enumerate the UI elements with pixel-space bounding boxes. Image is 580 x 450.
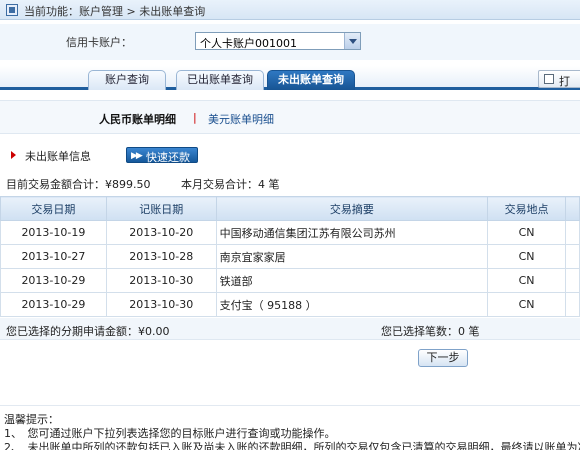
extra-cell xyxy=(565,220,580,245)
bullet-arrow-icon xyxy=(11,151,16,159)
description-cell: 中国移动通信集团江苏有限公司苏州 xyxy=(215,220,489,245)
col-place: 交易地点 xyxy=(487,196,566,221)
breadcrumb: 当前功能：账户管理 > 未出账单查询 xyxy=(24,5,206,18)
selection-totals: 您已选择的分期申请金额：¥0.00 您已选择笔数：0 笔 xyxy=(0,318,580,340)
total-count: 本月交易合计：4 笔 xyxy=(181,178,280,191)
trade-date-cell: 2013-10-19 xyxy=(0,220,107,245)
description-cell: 南京宜家家居 xyxy=(215,244,489,269)
trade-date-cell: 2013-10-29 xyxy=(0,292,107,317)
print-label: 打 xyxy=(559,75,570,88)
fast-repay-label: 快速还款 xyxy=(146,151,190,164)
place-cell: CN xyxy=(487,244,566,269)
total-amount: 目前交易金额合计：¥899.50 xyxy=(6,178,151,191)
fast-repay-button[interactable]: ▶▶ 快速还款 xyxy=(126,147,198,164)
post-date-cell: 2013-10-28 xyxy=(105,244,217,269)
table-row: 2013-10-29 2013-10-30 铁道部 CN xyxy=(0,268,580,293)
tips-line-2: 2、 未出账单中所列的还款包括已入账及尚未入账的还款明细，所列的交易仅包含已清算… xyxy=(4,441,580,450)
usd-detail-link[interactable]: 美元账单明细 xyxy=(208,111,274,127)
place-cell: CN xyxy=(487,268,566,293)
post-date-cell: 2013-10-30 xyxy=(105,292,217,317)
trade-date-cell: 2013-10-29 xyxy=(0,268,107,293)
extra-cell xyxy=(565,244,580,269)
account-select-value: 个人卡账户001001 xyxy=(200,37,297,50)
print-button[interactable]: 打 xyxy=(538,70,580,88)
currency-switch: 人民币账单明细 | 美元账单明细 xyxy=(0,100,580,134)
col-extra xyxy=(565,196,580,221)
account-label: 信用卡账户： xyxy=(66,36,132,49)
unissued-info-row: 未出账单信息 xyxy=(0,145,580,165)
transactions-table: 交易日期 记账日期 交易摘要 交易地点 2013-10-19 2013-10-2… xyxy=(0,196,580,317)
location-icon xyxy=(6,4,18,16)
trade-date-cell: 2013-10-27 xyxy=(0,244,107,269)
rmb-detail-link[interactable]: 人民币账单明细 xyxy=(99,111,176,127)
tab-strip: 账户查询 已出账单查询 未出账单查询 xyxy=(0,66,580,90)
account-select[interactable]: 个人卡账户001001 xyxy=(195,32,361,50)
breadcrumb-bar: 当前功能：账户管理 > 未出账单查询 xyxy=(0,0,580,20)
col-post-date: 记账日期 xyxy=(105,196,217,221)
tab-unissued-bill[interactable]: 未出账单查询 xyxy=(267,70,355,90)
col-description: 交易摘要 xyxy=(215,196,489,221)
tab-issued-bill[interactable]: 已出账单查询 xyxy=(176,70,264,90)
post-date-cell: 2013-10-20 xyxy=(105,220,217,245)
tab-account-query[interactable]: 账户查询 xyxy=(88,70,166,90)
unissued-info-label: 未出账单信息 xyxy=(25,150,91,163)
description-cell: 支付宝（ 95188 ） xyxy=(215,292,489,317)
description-cell: 铁道部 xyxy=(215,268,489,293)
tips-panel: 温馨提示： 1、 您可通过账户下拉列表选择您的目标账户进行查询或功能操作。 2、… xyxy=(0,405,580,450)
table-row: 2013-10-27 2013-10-28 南京宜家家居 CN xyxy=(0,244,580,269)
next-step-button[interactable]: 下一步 xyxy=(418,349,468,367)
selected-count: 您已选择笔数：0 笔 xyxy=(381,325,480,338)
table-header-row: 交易日期 记账日期 交易摘要 交易地点 xyxy=(0,196,580,221)
col-trade-date: 交易日期 xyxy=(0,196,107,221)
currency-separator: | xyxy=(193,111,197,124)
place-cell: CN xyxy=(487,292,566,317)
double-arrow-icon: ▶▶ xyxy=(131,151,143,161)
chevron-down-icon[interactable] xyxy=(344,33,360,49)
extra-cell xyxy=(565,292,580,317)
extra-cell xyxy=(565,268,580,293)
place-cell: CN xyxy=(487,220,566,245)
installment-amount: 您已选择的分期申请金额：¥0.00 xyxy=(6,325,170,338)
printer-icon xyxy=(544,74,554,84)
table-row: 2013-10-19 2013-10-20 中国移动通信集团江苏有限公司苏州 C… xyxy=(0,220,580,245)
post-date-cell: 2013-10-30 xyxy=(105,268,217,293)
summary-row: 目前交易金额合计：¥899.50 本月交易合计：4 笔 xyxy=(0,174,580,192)
table-row: 2013-10-29 2013-10-30 支付宝（ 95188 ） CN xyxy=(0,292,580,317)
